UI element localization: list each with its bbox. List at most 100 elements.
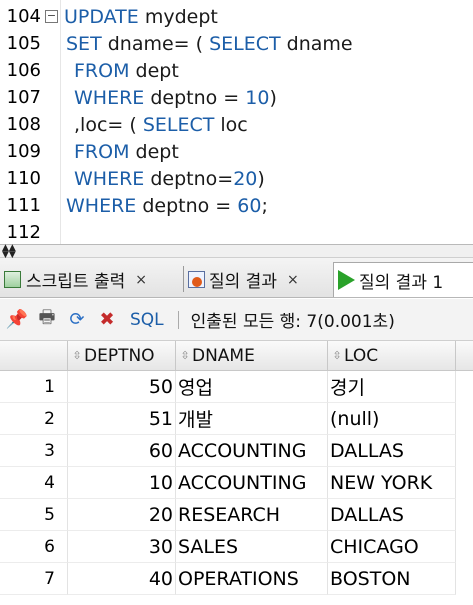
column-header-deptno[interactable]: ⇳ DEPTNO	[68, 341, 176, 371]
row-number: 4	[0, 467, 68, 499]
sql-keyword: SET	[66, 32, 102, 55]
refresh-icon[interactable]: ⟳	[64, 307, 90, 333]
code-line[interactable]: 111 WHERE deptno = 60;	[0, 192, 473, 219]
code-line[interactable]: 106 FROM dept	[0, 57, 473, 84]
sort-icon[interactable]: ⇳	[180, 350, 190, 361]
sql-token: ,loc= (	[74, 113, 143, 136]
line-number: 109	[6, 141, 41, 162]
cell-deptno[interactable]: 60	[68, 435, 176, 467]
sql-token: mydept	[138, 5, 218, 28]
table-row[interactable]: 4 10 ACCOUNTING NEW YORK	[0, 467, 473, 499]
column-label: DEPTNO	[84, 345, 155, 366]
cell-loc[interactable]: BOSTON	[328, 563, 456, 595]
sql-number: 20	[233, 167, 258, 190]
cell-dname[interactable]: SALES	[176, 531, 328, 563]
line-number: 104	[6, 6, 41, 27]
column-header-loc[interactable]: ⇳ LOC	[328, 341, 456, 371]
cell-deptno[interactable]: 50	[68, 371, 176, 403]
column-header-dname[interactable]: ⇳ DNAME	[176, 341, 328, 371]
cell-deptno[interactable]: 30	[68, 531, 176, 563]
cell-dname[interactable]: ACCOUNTING	[176, 435, 328, 467]
cell-loc[interactable]: (null)	[328, 403, 456, 435]
table-row[interactable]: 1 50 영업 경기	[0, 371, 473, 403]
sql-token: dname= (	[101, 32, 210, 55]
splitter-arrows-icon[interactable]: ▲▲ ▼▼	[2, 244, 16, 260]
line-number: 106	[6, 60, 41, 81]
sql-keyword: FROM	[74, 140, 130, 163]
code-line[interactable]: 109 FROM dept	[0, 138, 473, 165]
pin-icon[interactable]: 📌	[4, 307, 30, 333]
cell-loc[interactable]: CHICAGO	[328, 531, 456, 563]
script-output-icon	[4, 271, 21, 288]
sql-token: dept	[129, 140, 179, 163]
table-row[interactable]: 3 60 ACCOUNTING DALLAS	[0, 435, 473, 467]
cell-deptno[interactable]: 40	[68, 563, 176, 595]
line-number: 110	[6, 168, 41, 189]
cell-deptno[interactable]: 20	[68, 499, 176, 531]
row-number: 1	[0, 371, 68, 403]
cell-dname[interactable]: OPERATIONS	[176, 563, 328, 595]
cell-loc[interactable]: DALLAS	[328, 435, 456, 467]
sql-button[interactable]: SQL	[130, 310, 164, 330]
cancel-query-icon[interactable]: ✖	[94, 307, 120, 333]
cell-dname[interactable]: 영업	[176, 371, 328, 403]
tab-label: 질의 결과 1	[359, 272, 444, 293]
print-icon[interactable]: 🖶	[34, 307, 60, 333]
cell-deptno[interactable]: 10	[68, 467, 176, 499]
fold-toggle-icon[interactable]: −	[45, 10, 58, 23]
run-query-icon	[338, 270, 355, 290]
sort-icon[interactable]: ⇳	[332, 350, 342, 361]
code-line[interactable]: 110 WHERE deptno=20)	[0, 165, 473, 192]
line-number: 105	[6, 33, 41, 54]
sql-token: )	[257, 167, 265, 190]
tab-close-icon[interactable]: ×	[287, 272, 299, 288]
cell-dname[interactable]: 개발	[176, 403, 328, 435]
sql-keyword: UPDATE	[64, 5, 139, 28]
sql-number: 10	[245, 86, 270, 109]
code-text: WHERE deptno = 60;	[66, 195, 268, 217]
code-line[interactable]: 104− UPDATE mydept	[0, 3, 473, 30]
sql-editor[interactable]: 104− UPDATE mydept 105 SET dname= ( SELECT …	[0, 0, 473, 244]
sql-token: dept	[129, 59, 179, 82]
column-label: DNAME	[192, 345, 255, 366]
cell-loc[interactable]: DALLAS	[328, 499, 456, 531]
sql-token: ;	[261, 194, 268, 217]
fetch-status: 인출된 모든 행: 7(0.001초)	[190, 312, 395, 332]
tab-separator	[183, 266, 184, 292]
cell-dname[interactable]: RESEARCH	[176, 499, 328, 531]
cell-deptno[interactable]: 51	[68, 403, 176, 435]
tab-query-result-1[interactable]: 질의 결과 1	[333, 262, 473, 297]
table-row[interactable]: 5 20 RESEARCH DALLAS	[0, 499, 473, 531]
tab-query-result[interactable]: 질의 결과 ×	[188, 262, 299, 297]
cell-dname[interactable]: ACCOUNTING	[176, 467, 328, 499]
row-number: 6	[0, 531, 68, 563]
cell-loc[interactable]: NEW YORK	[328, 467, 456, 499]
table-row[interactable]: 7 40 OPERATIONS BOSTON	[0, 563, 473, 595]
sql-keyword: SELECT	[209, 32, 281, 55]
code-line[interactable]: 112	[0, 219, 473, 246]
sql-number: 60	[237, 194, 262, 217]
tab-label: 스크립트 출력	[26, 272, 126, 292]
line-number: 111	[6, 195, 41, 216]
line-number: 112	[6, 222, 41, 243]
column-label: LOC	[344, 345, 379, 366]
code-line[interactable]: 105 SET dname= ( SELECT dname	[0, 30, 473, 57]
cell-loc[interactable]: 경기	[328, 371, 456, 403]
tab-close-icon[interactable]: ×	[135, 272, 147, 288]
code-line[interactable]: 107 WHERE deptno = 10)	[0, 84, 473, 111]
code-line[interactable]: 108 ,loc= ( SELECT loc	[0, 111, 473, 138]
result-grid[interactable]: ⇳ DEPTNO ⇳ DNAME ⇳ LOC 1 50 영업 경기 2 51 개발 (null…	[0, 341, 473, 605]
line-number: 107	[6, 87, 41, 108]
sort-icon[interactable]: ⇳	[72, 350, 82, 361]
code-text: ,loc= ( SELECT loc	[74, 114, 248, 136]
tab-script-output[interactable]: 스크립트 출력 ×	[4, 262, 147, 297]
row-number: 7	[0, 563, 68, 595]
table-row[interactable]: 6 30 SALES CHICAGO	[0, 531, 473, 563]
sql-token: deptno=	[144, 167, 234, 190]
panel-splitter[interactable]: ▲▲ ▼▼	[0, 244, 473, 260]
row-number: 3	[0, 435, 68, 467]
sql-keyword: WHERE	[74, 167, 145, 190]
row-number-header	[0, 341, 68, 371]
table-row[interactable]: 2 51 개발 (null)	[0, 403, 473, 435]
sql-token: deptno =	[136, 194, 238, 217]
